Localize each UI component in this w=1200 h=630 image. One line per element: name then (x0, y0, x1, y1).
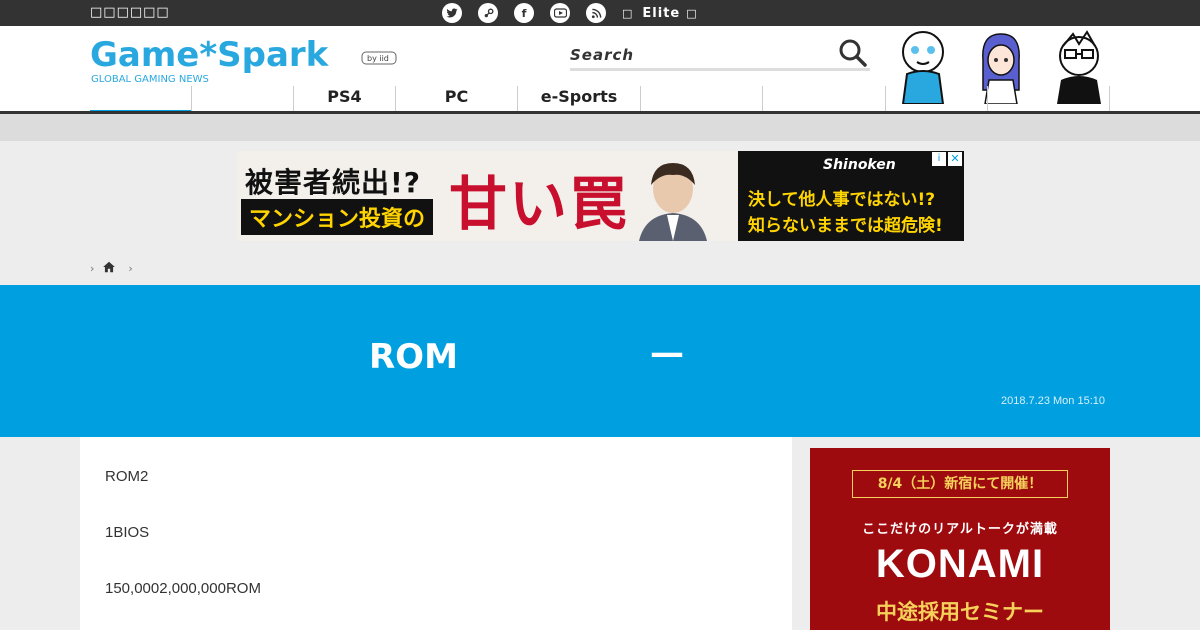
ad-big-text: 甘い罠 (449, 170, 630, 238)
nav-item-8[interactable] (886, 86, 988, 112)
article-hero: ROM — 2018.7.23 Mon 15:10 (0, 285, 1200, 437)
twitter-icon[interactable] (442, 3, 462, 23)
article-body: ROM2 1BIOS 150,0002,000,000ROM (80, 437, 792, 630)
side-ad-date: 8/4（土）新宿にて開催！ (852, 470, 1068, 498)
logo-main-text: Game*Spark (90, 35, 330, 75)
box-glyph-right: □ (686, 6, 697, 20)
article-paragraph: 1BIOS (105, 524, 150, 541)
nav-item-2[interactable] (192, 86, 294, 112)
search-label: Search (570, 46, 635, 64)
ad-right-line-2: 知らないままでは超危険! (748, 216, 943, 236)
ad-brand: Shinoken (823, 157, 896, 173)
search-box[interactable]: Search (570, 38, 870, 71)
ad-headline-2: マンション投資の (241, 199, 434, 235)
home-icon[interactable] (102, 260, 116, 277)
breadcrumb-separator: › (128, 262, 133, 275)
nav-item-9[interactable] (988, 86, 1110, 112)
side-ad-subtitle: ここだけのリアルトークが満載 (862, 522, 1058, 537)
article-title: ROM (369, 337, 458, 377)
facebook-icon[interactable]: f (514, 3, 534, 23)
side-ad-event: 中途採用セミナー (876, 600, 1044, 624)
nav-item-home[interactable] (90, 86, 192, 114)
nav-item-esports[interactable]: e-Sports (518, 86, 641, 112)
logo-tagline: GLOBAL GAMING NEWS (91, 74, 209, 85)
box-glyph-left: □ (622, 6, 633, 20)
breadcrumb-separator: › (90, 262, 95, 275)
side-ad-brand: KONAMI (875, 542, 1045, 586)
article-paragraph: ROM2 (105, 468, 149, 485)
article-title-dash: — (650, 333, 684, 373)
top-bar-text[interactable]: □□□□□□ (90, 5, 170, 20)
main-nav: PS4 PC e-Sports (90, 86, 1110, 114)
youtube-icon[interactable] (550, 3, 570, 23)
steam-icon[interactable] (478, 3, 498, 23)
article-paragraph: 150,0002,000,000ROM (105, 580, 261, 597)
nav-item-7[interactable] (763, 86, 886, 112)
breadcrumb: › › (90, 260, 141, 277)
sidebar-ad[interactable]: 8/4（土）新宿にて開催！ ここだけのリアルトークが満載 KONAMI 中途採用… (810, 448, 1110, 630)
ad-right-line-1: 決して他人事ではない!? (748, 190, 936, 210)
top-bar: □□□□□□ f □ Elite □ (0, 0, 1200, 26)
article-date: 2018.7.23 Mon 15:10 (1001, 395, 1105, 407)
ad-close-icon[interactable]: ✕ (948, 152, 962, 166)
logo-badge: by iid (367, 54, 389, 63)
search-icon[interactable] (838, 38, 868, 72)
ad-right-panel: Shinoken 決して他人事ではない!? 知らないままでは超危険! (738, 151, 964, 241)
ad-headline-1: 被害者続出!? (245, 166, 422, 199)
elite-link[interactable]: Elite (642, 6, 680, 21)
rss-icon[interactable] (586, 3, 606, 23)
banner-ad[interactable]: 被害者続出!? マンション投資の 甘い罠 Shinoken 決して他人事ではない… (237, 151, 964, 241)
social-icons: f □ Elite □ (442, 3, 707, 23)
nav-item-ps4[interactable]: PS4 (294, 86, 396, 112)
sub-nav-strip (0, 114, 1200, 141)
ad-person-image (639, 163, 707, 241)
nav-item-6[interactable] (641, 86, 763, 112)
gamespark-logo[interactable]: Game*Spark GLOBAL GAMING NEWS by iid (90, 30, 400, 88)
nav-item-pc[interactable]: PC (396, 86, 518, 112)
ad-info-icon[interactable]: i (932, 152, 946, 166)
